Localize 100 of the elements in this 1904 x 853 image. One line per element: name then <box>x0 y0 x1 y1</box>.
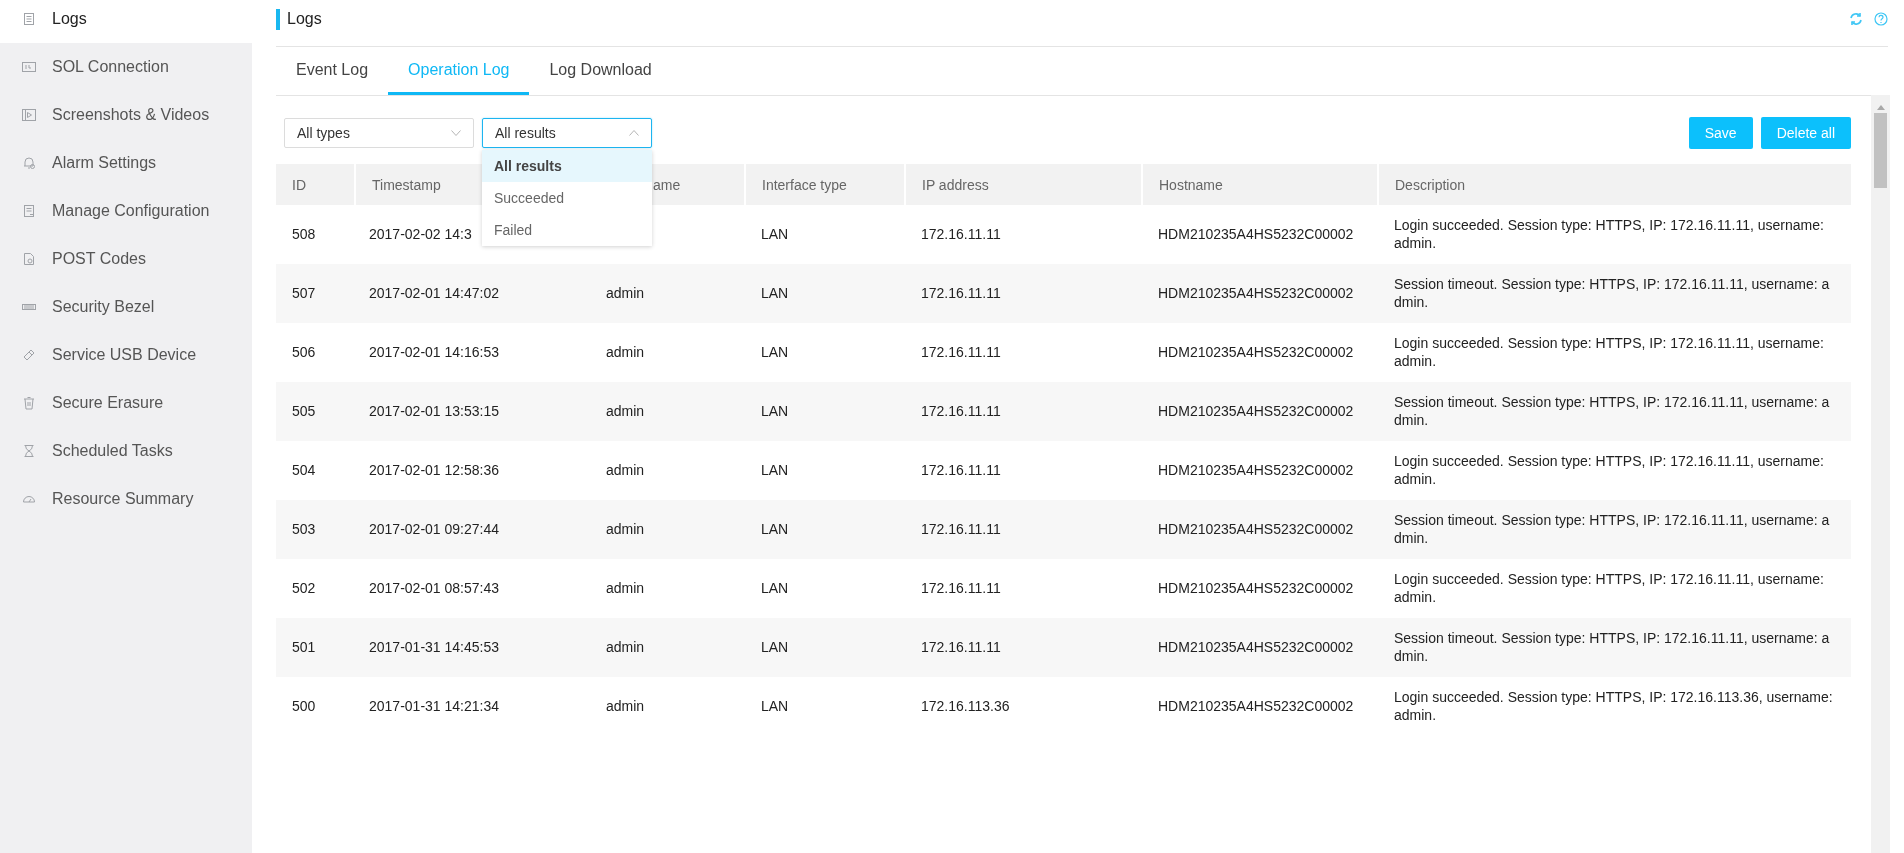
usb-icon <box>22 348 36 362</box>
scroll-up-icon[interactable] <box>1877 105 1885 110</box>
list-icon <box>22 12 36 26</box>
timestamp-cell: 2017-01-31 14:21:34 <box>369 698 499 714</box>
refresh-icon[interactable] <box>1849 12 1863 26</box>
hostname-cell: HDM210235A4HS5232C00002 <box>1158 403 1354 419</box>
sidebar-item[interactable]: Screenshots & Videos <box>0 91 252 139</box>
description-cell: Session timeout. Session type: HTTPS, IP: 172.16.11.11, username: admin. <box>1394 394 1830 428</box>
result-select[interactable]: All results <box>482 118 652 148</box>
description-cell: Session timeout. Session type: HTTPS, IP: 172.16.11.11, username: admin. <box>1394 276 1830 310</box>
timestamp-cell: 2017-01-31 14:45:53 <box>369 639 499 655</box>
hostname-cell: HDM210235A4HS5232C00002 <box>1158 698 1354 714</box>
interface-cell: LAN <box>761 580 789 596</box>
ip-cell: 172.16.11.11 <box>921 639 1001 655</box>
description-cell: Session timeout. Session type: HTTPS, IP: 172.16.11.11, username: admin. <box>1394 512 1830 546</box>
timestamp-cell: 2017-02-01 13:53:15 <box>369 403 499 419</box>
interface-cell: LAN <box>761 698 789 714</box>
id-cell: 504 <box>292 462 316 478</box>
hostname-cell: HDM210235A4HS5232C00002 <box>1158 580 1354 596</box>
scrollbar[interactable] <box>1871 95 1890 853</box>
id-cell: 508 <box>292 226 316 242</box>
hostname-cell: HDM210235A4HS5232C00002 <box>1158 344 1354 360</box>
dropdown-option[interactable]: Succeeded <box>482 182 652 214</box>
timestamp-cell: 2017-02-01 14:47:02 <box>369 285 499 301</box>
interface-cell: LAN <box>761 639 789 655</box>
column-header: Hostname <box>1159 176 1223 193</box>
dropdown-option[interactable]: Failed <box>482 214 652 246</box>
hostname-cell: HDM210235A4HS5232C00002 <box>1158 639 1354 655</box>
username-cell: admin <box>606 580 645 596</box>
interface-cell: LAN <box>761 226 789 242</box>
sidebar-item[interactable]: Manage Configuration <box>0 187 252 235</box>
timestamp-cell: 2017-02-01 09:27:44 <box>369 521 499 537</box>
sidebar-item[interactable]: Secure Erasure <box>0 379 252 427</box>
page-title: Logs <box>287 10 322 28</box>
sidebar-item[interactable]: Service USB Device <box>0 331 252 379</box>
timestamp-cell: 2017-02-01 14:16:53 <box>369 344 499 360</box>
hostname-cell: HDM210235A4HS5232C00002 <box>1158 521 1354 537</box>
description-cell: Login succeeded. Session type: HTTPS, IP: 172.16.113.36, username: admin. <box>1394 689 1833 723</box>
ip-cell: 172.16.11.11 <box>921 344 1001 360</box>
hostname-cell: HDM210235A4HS5232C00002 <box>1158 285 1354 301</box>
timestamp-cell: 2017-02-02 14:3 <box>369 226 472 242</box>
document-search-icon <box>22 252 36 266</box>
description-cell: Login succeeded. Session type: HTTPS, IP: 172.16.11.11, username: admin. <box>1394 335 1824 369</box>
chevron-up-icon <box>629 130 639 136</box>
timestamp-cell: 2017-02-01 12:58:36 <box>369 462 499 478</box>
sidebar-item[interactable]: Scheduled Tasks <box>0 427 252 475</box>
column-header: ame <box>653 176 681 193</box>
column-header: IP address <box>922 176 989 193</box>
column-header: Interface type <box>762 176 847 193</box>
sidebar-item[interactable]: Security Bezel <box>0 283 252 331</box>
description-cell: Session timeout. Session type: HTTPS, IP: 172.16.11.11, username: admin. <box>1394 630 1830 664</box>
username-cell: admin <box>606 344 645 360</box>
ip-cell: 172.16.11.11 <box>921 285 1001 301</box>
column-header: Timestamp <box>372 176 441 193</box>
username-cell: admin <box>606 403 645 419</box>
ip-cell: 172.16.11.11 <box>921 403 1001 419</box>
trash-icon <box>22 396 36 410</box>
sidebar-item[interactable]: Resource Summary <box>0 475 252 523</box>
monitor-icon <box>22 60 36 74</box>
id-cell: 500 <box>292 698 316 714</box>
interface-cell: LAN <box>761 403 789 419</box>
interface-cell: LAN <box>761 462 789 478</box>
id-cell: 507 <box>292 285 316 301</box>
description-cell: Login succeeded. Session type: HTTPS, IP: 172.16.11.11, username: admin. <box>1394 217 1824 251</box>
sidebar-item[interactable]: Logs <box>0 0 252 43</box>
id-cell: 505 <box>292 403 316 419</box>
bell-icon <box>22 156 36 170</box>
interface-cell: LAN <box>761 521 789 537</box>
id-cell: 501 <box>292 639 316 655</box>
hostname-cell: HDM210235A4HS5232C00002 <box>1158 462 1354 478</box>
hostname-cell: HDM210235A4HS5232C00002 <box>1158 226 1354 242</box>
username-cell: admin <box>606 639 645 655</box>
title-accent-bar <box>276 8 280 30</box>
ip-cell: 172.16.11.11 <box>921 521 1001 537</box>
dropdown-option[interactable]: All results <box>482 150 652 182</box>
ip-cell: 172.16.11.11 <box>921 462 1001 478</box>
sidebar-item[interactable]: POST Codes <box>0 235 252 283</box>
username-cell: admin <box>606 285 645 301</box>
tab[interactable]: Event Log <box>276 47 389 95</box>
id-cell: 506 <box>292 344 316 360</box>
id-cell: 503 <box>292 521 316 537</box>
chevron-down-icon <box>451 130 461 136</box>
username-cell: admin <box>606 698 645 714</box>
id-cell: 502 <box>292 580 316 596</box>
ip-cell: 172.16.113.36 <box>921 698 1010 714</box>
sidebar-item[interactable]: Alarm Settings <box>0 139 252 187</box>
sidebar-item[interactable]: SOL Connection <box>0 43 252 91</box>
document-icon <box>22 204 36 218</box>
interface-cell: LAN <box>761 344 789 360</box>
scrollbar-thumb[interactable] <box>1874 113 1887 188</box>
interface-cell: LAN <box>761 285 789 301</box>
help-icon[interactable] <box>1874 12 1888 26</box>
type-select[interactable]: All types <box>284 118 474 148</box>
timestamp-cell: 2017-02-01 08:57:43 <box>369 580 499 596</box>
column-header: ID <box>292 176 306 193</box>
username-cell: admin <box>606 521 645 537</box>
ip-cell: 172.16.11.11 <box>921 580 1001 596</box>
hourglass-icon <box>22 444 36 458</box>
tab[interactable]: Log Download <box>529 47 672 95</box>
description-cell: Login succeeded. Session type: HTTPS, IP: 172.16.11.11, username: admin. <box>1394 453 1824 487</box>
